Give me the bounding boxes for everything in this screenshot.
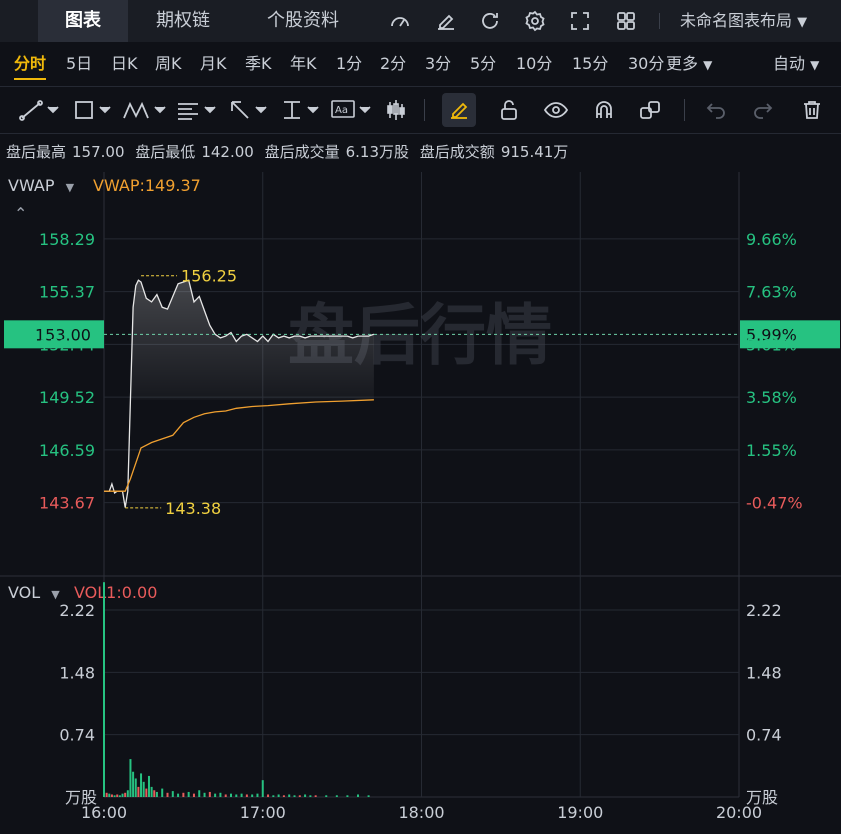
volume-bar: [134, 778, 137, 797]
volume-axis: 2.22 2.221.48 1.480.74 0.74万股 万股: [59, 601, 781, 807]
price-tick-label: 158.29: [39, 230, 95, 249]
pct-tick-label: 1.55%: [746, 441, 797, 460]
volume-bar: [124, 792, 127, 797]
vol-tick-label-right: 0.74: [746, 726, 782, 745]
volume-bar: [177, 793, 180, 797]
volume-bar: [235, 794, 238, 797]
volume-bar: [293, 795, 296, 797]
volume-bar: [304, 794, 307, 797]
vol-tick-label-right: 1.48: [746, 663, 782, 682]
volume-bar: [219, 792, 222, 797]
volume-bar: [108, 793, 111, 797]
volume-bar: [103, 582, 105, 797]
volume-bar: [198, 790, 201, 797]
volume-bar: [214, 793, 217, 797]
time-tick-label: 19:00: [557, 803, 603, 822]
volume-bars: [103, 582, 370, 797]
min-marker-label: 143.38: [165, 499, 221, 518]
volume-bar: [192, 793, 195, 797]
volume-bar: [256, 793, 259, 797]
vol-tick-label: 0.74: [59, 726, 95, 745]
volume-bar: [240, 793, 243, 797]
volume-bar: [288, 794, 291, 797]
chart-grid: [0, 172, 841, 798]
price-tick-label: 155.37: [39, 283, 95, 302]
price-tick-label: 146.59: [39, 441, 95, 460]
vol-tick-label: 2.22: [59, 601, 95, 620]
volume-bar: [116, 794, 119, 797]
volume-bar: [155, 791, 158, 797]
time-tick-label: 17:00: [240, 803, 286, 822]
volume-bar: [230, 793, 232, 797]
volume-bar: [150, 786, 153, 797]
volume-bar: [187, 791, 190, 797]
pct-tick-label: 5.61%: [746, 335, 797, 354]
volume-bar: [346, 795, 349, 797]
volume-bar: [208, 791, 211, 797]
pct-tick-label: 7.63%: [746, 283, 797, 302]
pct-tick-label: 3.58%: [746, 388, 797, 407]
volume-bar: [261, 780, 264, 797]
vwap-line: [104, 399, 374, 492]
price-tick-label: 152.44: [39, 335, 95, 354]
volume-bar: [251, 794, 254, 797]
volume-bar: [166, 792, 169, 797]
volume-bar: [142, 781, 145, 797]
volume-bar: [129, 759, 132, 797]
pct-tick-label: -0.47%: [746, 494, 803, 513]
volume-bar: [282, 795, 285, 797]
volume-bar: [277, 794, 280, 797]
time-tick-label: 16:00: [81, 803, 127, 822]
vol-tick-label: 1.48: [59, 663, 95, 682]
volume-bar: [105, 792, 108, 797]
volume-bar: [145, 788, 148, 797]
volume-bar: [171, 791, 174, 797]
volume-bar: [137, 786, 140, 797]
price-tick-label: 143.67: [39, 494, 95, 513]
volume-bar: [153, 790, 156, 797]
volume-bar: [126, 790, 129, 797]
volume-bar: [121, 793, 124, 797]
volume-bar: [140, 773, 143, 797]
volume-bar: [309, 795, 312, 797]
volume-bar: [272, 795, 275, 797]
volume-bar: [367, 795, 370, 797]
time-tick-label: 18:00: [398, 803, 444, 822]
time-tick-label: 20:00: [716, 803, 762, 822]
volume-bar: [182, 792, 185, 797]
pct-tick-label: 9.66%: [746, 230, 797, 249]
time-axis: 16:00 17:00 18:00 19:00 20:00: [81, 803, 762, 822]
volume-bar: [267, 794, 270, 797]
price-tick-label: 149.52: [39, 388, 95, 407]
volume-bar: [325, 795, 328, 797]
intraday-chart[interactable]: 盘后行情 153.00 5.99%156.25143.38 158.29 9.66%…: [0, 0, 841, 834]
volume-bar: [147, 775, 150, 797]
volume-bar: [110, 794, 113, 797]
max-marker-label: 156.25: [181, 267, 237, 286]
volume-bar: [113, 795, 116, 797]
volume-bar: [335, 795, 338, 797]
volume-bar: [357, 794, 359, 797]
volume-bar: [245, 794, 248, 797]
volume-bar: [314, 795, 317, 797]
volume-bar: [161, 788, 164, 797]
volume-bar: [132, 771, 135, 797]
vol-tick-label-right: 2.22: [746, 601, 782, 620]
volume-bar: [118, 795, 121, 797]
volume-bar: [203, 792, 206, 797]
volume-bar: [298, 795, 301, 797]
volume-bar: [224, 794, 227, 797]
